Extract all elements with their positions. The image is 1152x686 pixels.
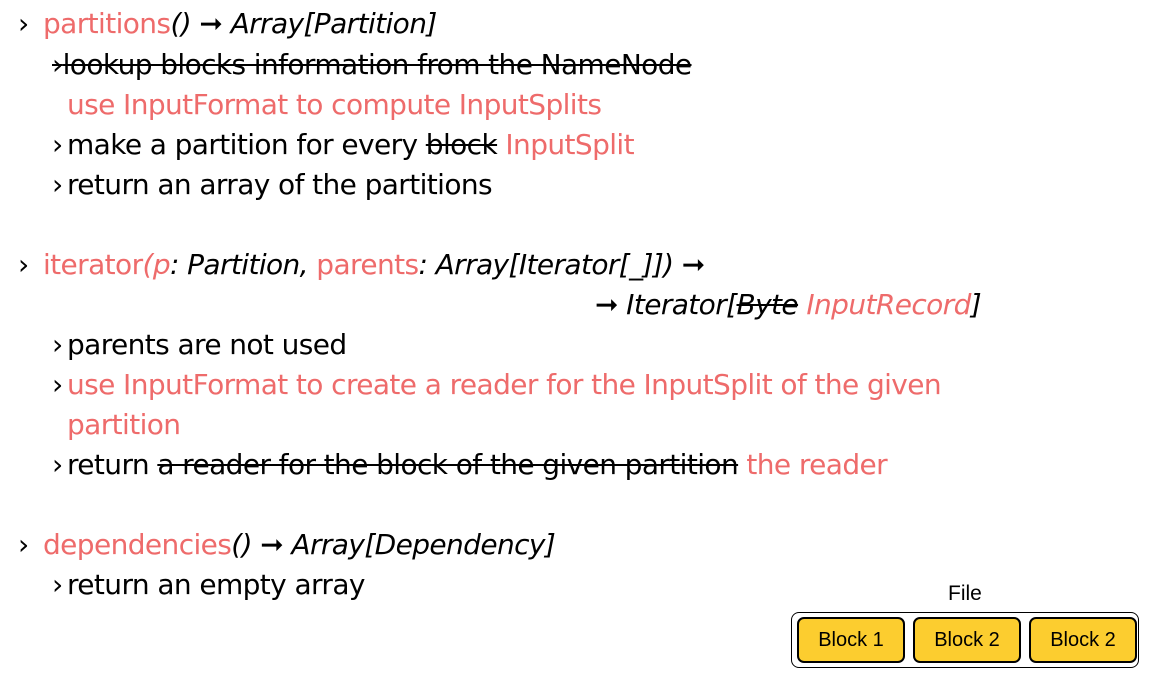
replacement-word: InputSplit — [505, 128, 634, 161]
bullet: › — [52, 48, 63, 81]
method-name: dependencies — [43, 528, 232, 561]
bullet: › — [52, 128, 63, 161]
return-suffix: ] — [970, 288, 982, 321]
bullet: › — [18, 528, 29, 561]
method-params: () — [170, 7, 200, 40]
method-name: partitions — [43, 7, 171, 40]
step-text: make a partition for every — [67, 128, 426, 161]
struck-type: Byte — [736, 288, 799, 321]
step-text: return an empty array — [67, 568, 365, 601]
struck-step-text: lookup blocks information from the NameN… — [62, 48, 693, 81]
param-parents: parents — [316, 248, 419, 281]
struck-text: a reader for the block of the given part… — [157, 448, 739, 481]
return-prefix: Iterator[ — [617, 288, 737, 321]
bullet: › — [52, 328, 63, 361]
step-text: use InputFormat to create a reader for t… — [67, 368, 942, 401]
open-paren: ( — [142, 248, 153, 281]
param-p: p — [152, 248, 171, 281]
bullet: › — [52, 448, 63, 481]
arrow-icon: ➞ — [595, 288, 618, 321]
param-parents-type: : Array[Iterator[_]]) — [418, 248, 682, 281]
arrow-icon: ➞ — [199, 7, 223, 40]
replacement-type: InputRecord — [806, 288, 971, 321]
bullet: › — [52, 368, 63, 401]
bullet: › — [52, 168, 63, 201]
replacement-text: the reader — [738, 448, 888, 481]
return-type: Array[Partition] — [230, 7, 438, 40]
bullet: › — [18, 7, 29, 40]
bullet: › — [52, 568, 63, 601]
struck-word: block — [425, 128, 498, 161]
step-text: parents are not used — [67, 328, 347, 361]
method-params: () — [231, 528, 261, 561]
block-3: Block 2 — [1029, 617, 1137, 663]
block-2: Block 2 — [913, 617, 1021, 663]
footer-clipped-text — [0, 679, 1152, 686]
bullet: › — [18, 248, 29, 281]
arrow-icon: ➞ — [260, 528, 284, 561]
param-p-type: : Partition, — [170, 248, 317, 281]
file-label: File — [948, 582, 982, 605]
method-name: iterator — [43, 248, 143, 281]
step-text: partition — [67, 408, 181, 441]
return-type: Array[Dependency] — [291, 528, 556, 561]
step-text: return an array of the partitions — [67, 168, 493, 201]
new-step-text: use InputFormat to compute InputSplits — [67, 88, 602, 121]
arrow-icon: ➞ — [681, 248, 705, 281]
block-1: Block 1 — [797, 617, 905, 663]
step-text: return — [67, 448, 158, 481]
